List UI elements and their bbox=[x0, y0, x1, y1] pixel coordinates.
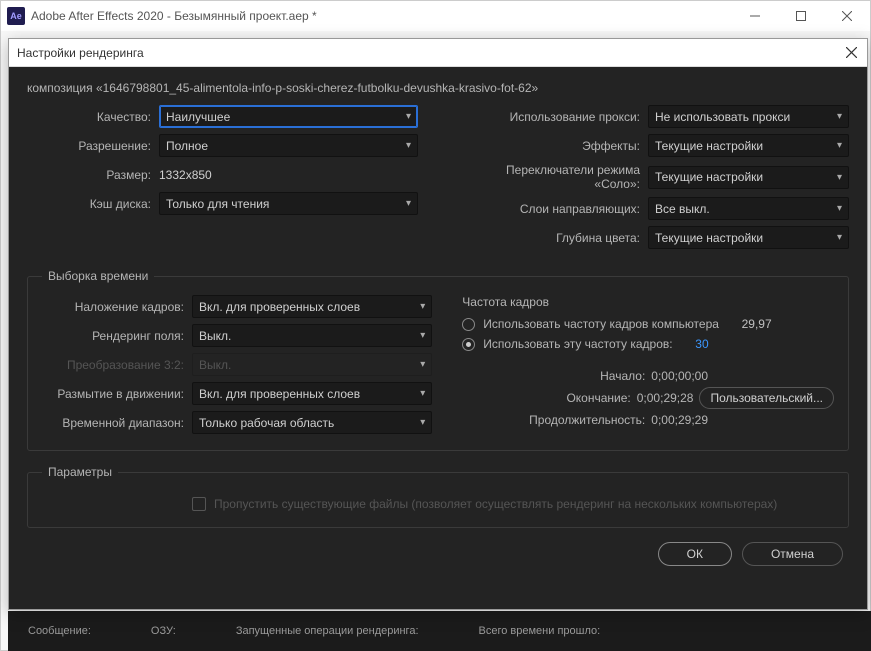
timespan-label: Временной диапазон: bbox=[42, 416, 192, 430]
effects-label: Эффекты: bbox=[458, 139, 648, 153]
custom-timespan-button[interactable]: Пользовательский... bbox=[699, 387, 834, 409]
framerate-custom-value[interactable]: 30 bbox=[695, 337, 708, 351]
chevron-down-icon: ▾ bbox=[837, 172, 842, 183]
skip-existing-label: Пропустить существующие файлы (позволяет… bbox=[214, 497, 777, 511]
chevron-down-icon: ▾ bbox=[420, 388, 425, 399]
depth-dropdown[interactable]: Текущие настройки▾ bbox=[648, 226, 849, 249]
dialog-title: Настройки рендеринга bbox=[17, 46, 843, 60]
motionblur-dropdown[interactable]: Вкл. для проверенных слоев▾ bbox=[192, 382, 432, 405]
status-ram-label: ОЗУ: bbox=[151, 625, 176, 637]
proxy-dropdown[interactable]: Не использовать прокси▾ bbox=[648, 105, 849, 128]
pulldown-label: Преобразование 3:2: bbox=[42, 358, 192, 372]
frameblend-label: Наложение кадров: bbox=[42, 300, 192, 314]
render-settings-dialog: Настройки рендеринга композиция «1646798… bbox=[8, 38, 868, 610]
framerate-custom-label: Использовать эту частоту кадров: bbox=[483, 337, 672, 351]
quality-dropdown[interactable]: Наилучшее▾ bbox=[159, 105, 418, 128]
start-label: Начало: bbox=[600, 369, 645, 383]
effects-dropdown[interactable]: Текущие настройки▾ bbox=[648, 134, 849, 157]
radio-icon bbox=[462, 338, 475, 351]
status-elapsed-label: Всего времени прошло: bbox=[479, 625, 601, 637]
framerate-comp-label: Использовать частоту кадров компьютера bbox=[483, 317, 719, 331]
status-message-label: Сообщение: bbox=[28, 625, 91, 637]
size-label: Размер: bbox=[27, 168, 159, 182]
fieldrender-dropdown[interactable]: Выкл.▾ bbox=[192, 324, 432, 347]
chevron-down-icon: ▾ bbox=[420, 330, 425, 341]
chevron-down-icon: ▾ bbox=[406, 198, 411, 209]
status-bar: Сообщение: ОЗУ: Запущенные операции ренд… bbox=[8, 611, 871, 651]
timespan-dropdown[interactable]: Только рабочая область▾ bbox=[192, 411, 432, 434]
fieldrender-label: Рендеринг поля: bbox=[42, 329, 192, 343]
options-legend: Параметры bbox=[42, 465, 118, 479]
chevron-down-icon: ▾ bbox=[406, 111, 411, 122]
window-maximize-button[interactable] bbox=[778, 1, 824, 31]
radio-icon bbox=[462, 318, 475, 331]
duration-label: Продолжительность: bbox=[529, 413, 645, 427]
guides-label: Слои направляющих: bbox=[458, 202, 648, 216]
window-title: Adobe After Effects 2020 - Безымянный пр… bbox=[31, 9, 732, 23]
dialog-close-button[interactable] bbox=[843, 45, 859, 61]
motionblur-label: Размытие в движении: bbox=[42, 387, 192, 401]
diskcache-label: Кэш диска: bbox=[27, 197, 159, 211]
window-minimize-button[interactable] bbox=[732, 1, 778, 31]
proxy-label: Использование прокси: bbox=[458, 110, 648, 124]
chevron-down-icon: ▾ bbox=[420, 301, 425, 312]
ok-button[interactable]: ОК bbox=[658, 542, 732, 566]
framerate-custom-radio-row[interactable]: Использовать эту частоту кадров: 30 bbox=[462, 337, 834, 351]
chevron-down-icon: ▾ bbox=[837, 111, 842, 122]
chevron-down-icon: ▾ bbox=[837, 140, 842, 151]
diskcache-dropdown[interactable]: Только для чтения▾ bbox=[159, 192, 418, 215]
frameblend-dropdown[interactable]: Вкл. для проверенных слоев▾ bbox=[192, 295, 432, 318]
time-sampling-legend: Выборка времени bbox=[42, 269, 154, 283]
dialog-titlebar[interactable]: Настройки рендеринга bbox=[9, 39, 867, 67]
window-close-button[interactable] bbox=[824, 1, 870, 31]
dialog-body: композиция «1646798801_45-alimentola-inf… bbox=[9, 67, 867, 609]
guides-dropdown[interactable]: Все выкл.▾ bbox=[648, 197, 849, 220]
chevron-down-icon: ▾ bbox=[420, 417, 425, 428]
skip-existing-checkbox bbox=[192, 497, 206, 511]
size-value: 1332x850 bbox=[159, 168, 212, 182]
resolution-dropdown[interactable]: Полное▾ bbox=[159, 134, 418, 157]
resolution-label: Разрешение: bbox=[27, 139, 159, 153]
options-group: Параметры Пропустить существующие файлы … bbox=[27, 465, 849, 528]
pulldown-dropdown: Выкл.▾ bbox=[192, 353, 432, 376]
chevron-down-icon: ▾ bbox=[837, 232, 842, 243]
chevron-down-icon: ▾ bbox=[406, 140, 411, 151]
cancel-button[interactable]: Отмена bbox=[742, 542, 843, 566]
solo-label: Переключатели режима «Соло»: bbox=[458, 163, 648, 191]
depth-label: Глубина цвета: bbox=[458, 231, 648, 245]
window-titlebar[interactable]: Ae Adobe After Effects 2020 - Безымянный… bbox=[1, 1, 870, 31]
chevron-down-icon: ▾ bbox=[420, 359, 425, 370]
quality-label: Качество: bbox=[27, 110, 159, 124]
start-value: 0;00;00;00 bbox=[651, 369, 708, 383]
framerate-comp-value: 29,97 bbox=[742, 317, 772, 331]
chevron-down-icon: ▾ bbox=[837, 203, 842, 214]
solo-dropdown[interactable]: Текущие настройки▾ bbox=[648, 166, 849, 189]
app-icon: Ae bbox=[7, 7, 25, 25]
status-ops-label: Запущенные операции рендеринга: bbox=[236, 625, 419, 637]
composition-name: композиция «1646798801_45-alimentola-inf… bbox=[27, 81, 849, 95]
framerate-heading: Частота кадров bbox=[462, 295, 834, 309]
end-label: Окончание: bbox=[566, 391, 630, 405]
time-sampling-group: Выборка времени Наложение кадров: Вкл. д… bbox=[27, 269, 849, 451]
end-value: 0;00;29;28 bbox=[637, 391, 694, 405]
duration-value: 0;00;29;29 bbox=[651, 413, 708, 427]
framerate-comp-radio-row[interactable]: Использовать частоту кадров компьютера 2… bbox=[462, 317, 834, 331]
